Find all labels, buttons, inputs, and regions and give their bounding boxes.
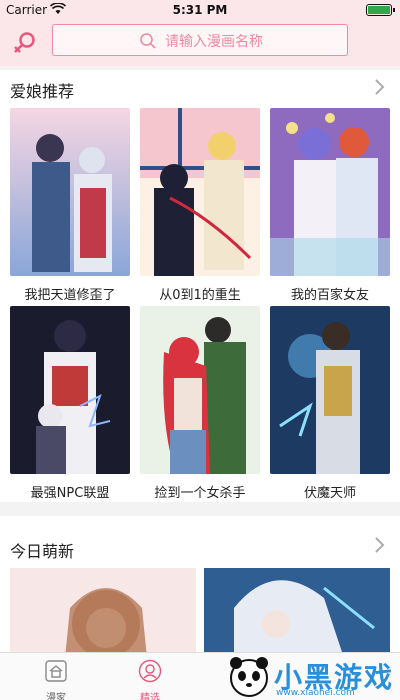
comic-title: 伏魔天师 bbox=[303, 486, 356, 501]
home-icon bbox=[45, 660, 67, 682]
comic-card[interactable]: 我把天道修歪了 bbox=[10, 108, 130, 303]
comic-title: 最强NPC联盟 bbox=[30, 486, 110, 501]
comic-cover[interactable] bbox=[10, 306, 130, 474]
comic-cover[interactable] bbox=[10, 108, 130, 276]
watermark-url: www.xiaohei.com bbox=[276, 688, 355, 698]
female-avatar-icon bbox=[138, 659, 162, 683]
search-input[interactable]: 请输入漫画名称 bbox=[52, 24, 348, 56]
comic-card[interactable]: 我的百家女友 bbox=[270, 108, 390, 303]
battery-icon bbox=[366, 4, 395, 16]
tab-label: 漫家 bbox=[46, 693, 66, 700]
tab-label: 精选 bbox=[140, 693, 160, 700]
chevron-right-icon[interactable] bbox=[372, 78, 386, 96]
comic-title: 我的百家女友 bbox=[290, 288, 369, 303]
comic-cover[interactable] bbox=[140, 306, 260, 474]
comic-title: 我把天道修歪了 bbox=[24, 288, 116, 303]
section-recommend: 爱娘推荐 我把天道修歪了 从0到1的重生 我的百家女友 最强NPC联盟 捡到一个… bbox=[0, 70, 400, 502]
comic-title: 从0到1的重生 bbox=[159, 288, 241, 303]
section-new-today: 今日萌新 bbox=[0, 516, 400, 652]
status-bar: Carrier 5:31 PM bbox=[0, 0, 400, 20]
comic-title: 捡到一个女杀手 bbox=[154, 486, 246, 501]
female-symbol-icon[interactable] bbox=[12, 30, 38, 56]
chevron-right-icon[interactable] bbox=[372, 536, 386, 554]
comic-card[interactable]: 捡到一个女杀手 bbox=[140, 306, 260, 501]
tab-featured[interactable]: 精选 bbox=[120, 659, 180, 700]
comic-cover[interactable] bbox=[204, 568, 390, 652]
comic-card[interactable]: 伏魔天师 bbox=[270, 306, 390, 501]
comic-cover[interactable] bbox=[10, 568, 196, 652]
header: Carrier 5:31 PM 请输入漫画名称 bbox=[0, 0, 400, 66]
comic-card[interactable]: 从0到1的重生 bbox=[140, 108, 260, 303]
panda-logo-icon bbox=[230, 657, 268, 697]
comic-cover[interactable] bbox=[270, 306, 390, 474]
search-placeholder: 请输入漫画名称 bbox=[165, 34, 263, 50]
search-icon bbox=[140, 33, 156, 49]
section-title: 爱娘推荐 bbox=[10, 82, 75, 101]
comic-cover[interactable] bbox=[140, 108, 260, 276]
comic-cover[interactable] bbox=[270, 108, 390, 276]
watermark: 小黑游戏 www.xiaohei.com bbox=[220, 654, 400, 700]
tab-home[interactable]: 漫家 bbox=[26, 659, 86, 700]
section-title: 今日萌新 bbox=[10, 542, 75, 561]
clock: 5:31 PM bbox=[172, 3, 228, 17]
comic-card[interactable]: 最强NPC联盟 bbox=[10, 306, 130, 501]
